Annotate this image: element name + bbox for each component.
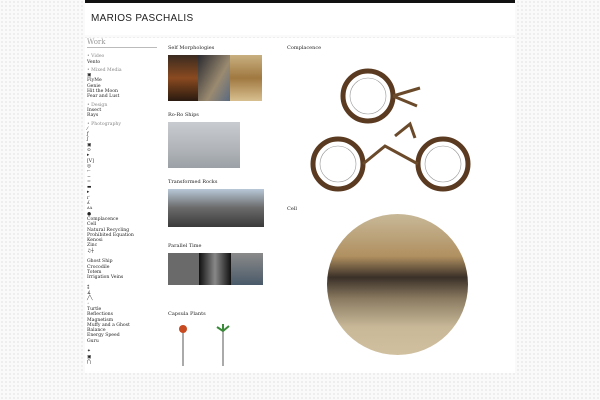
thumbnail[interactable] <box>168 253 199 285</box>
feature-title[interactable]: Cell <box>287 206 297 212</box>
sidebar-item[interactable]: Vento <box>87 60 157 65</box>
thumbnail[interactable] <box>230 55 262 101</box>
sidebar-heading: Work <box>87 38 157 49</box>
content: Work • Video Vento • Mixed Media ▣ FlyMe Geni… <box>85 38 515 373</box>
header: MARIOS PASCHALIS <box>85 3 515 35</box>
project-title[interactable]: Parallel Time <box>168 243 263 249</box>
sidebar-item[interactable]: Fear and Lust <box>87 94 157 99</box>
project-title[interactable]: Capsula Plants <box>168 311 248 317</box>
thumbnail[interactable] <box>168 55 198 101</box>
sidebar-item[interactable]: ⋂ <box>87 360 157 365</box>
complacence-image[interactable] <box>305 66 485 196</box>
project-self-morphologies[interactable]: Self Morphologies <box>168 45 262 101</box>
project-transformed-rocks[interactable]: Transformed Rocks <box>168 179 264 227</box>
project-title[interactable]: Ro-Ro Ships <box>168 112 240 118</box>
project-ro-ro-ships[interactable]: Ro-Ro Ships <box>168 112 240 168</box>
project-capsula-plants[interactable]: Capsula Plants <box>168 311 248 373</box>
project-parallel-time[interactable]: Parallel Time <box>168 243 263 285</box>
project-title[interactable]: Transformed Rocks <box>168 179 264 185</box>
thumbnail[interactable] <box>168 321 248 371</box>
thumbnail[interactable] <box>199 253 231 285</box>
feature-title[interactable]: Complacence <box>287 45 321 51</box>
thumbnail[interactable] <box>231 253 263 285</box>
site-title[interactable]: MARIOS PASCHALIS <box>91 13 193 24</box>
cell-image[interactable] <box>327 214 468 355</box>
sidebar: Work • Video Vento • Mixed Media ▣ FlyMe Geni… <box>87 38 157 365</box>
project-title[interactable]: Self Morphologies <box>168 45 262 51</box>
thumbnail[interactable] <box>168 189 264 227</box>
thumbnail[interactable] <box>168 122 240 168</box>
thumbnail[interactable] <box>198 55 230 101</box>
sidebar-item[interactable]: Rays <box>87 113 157 118</box>
